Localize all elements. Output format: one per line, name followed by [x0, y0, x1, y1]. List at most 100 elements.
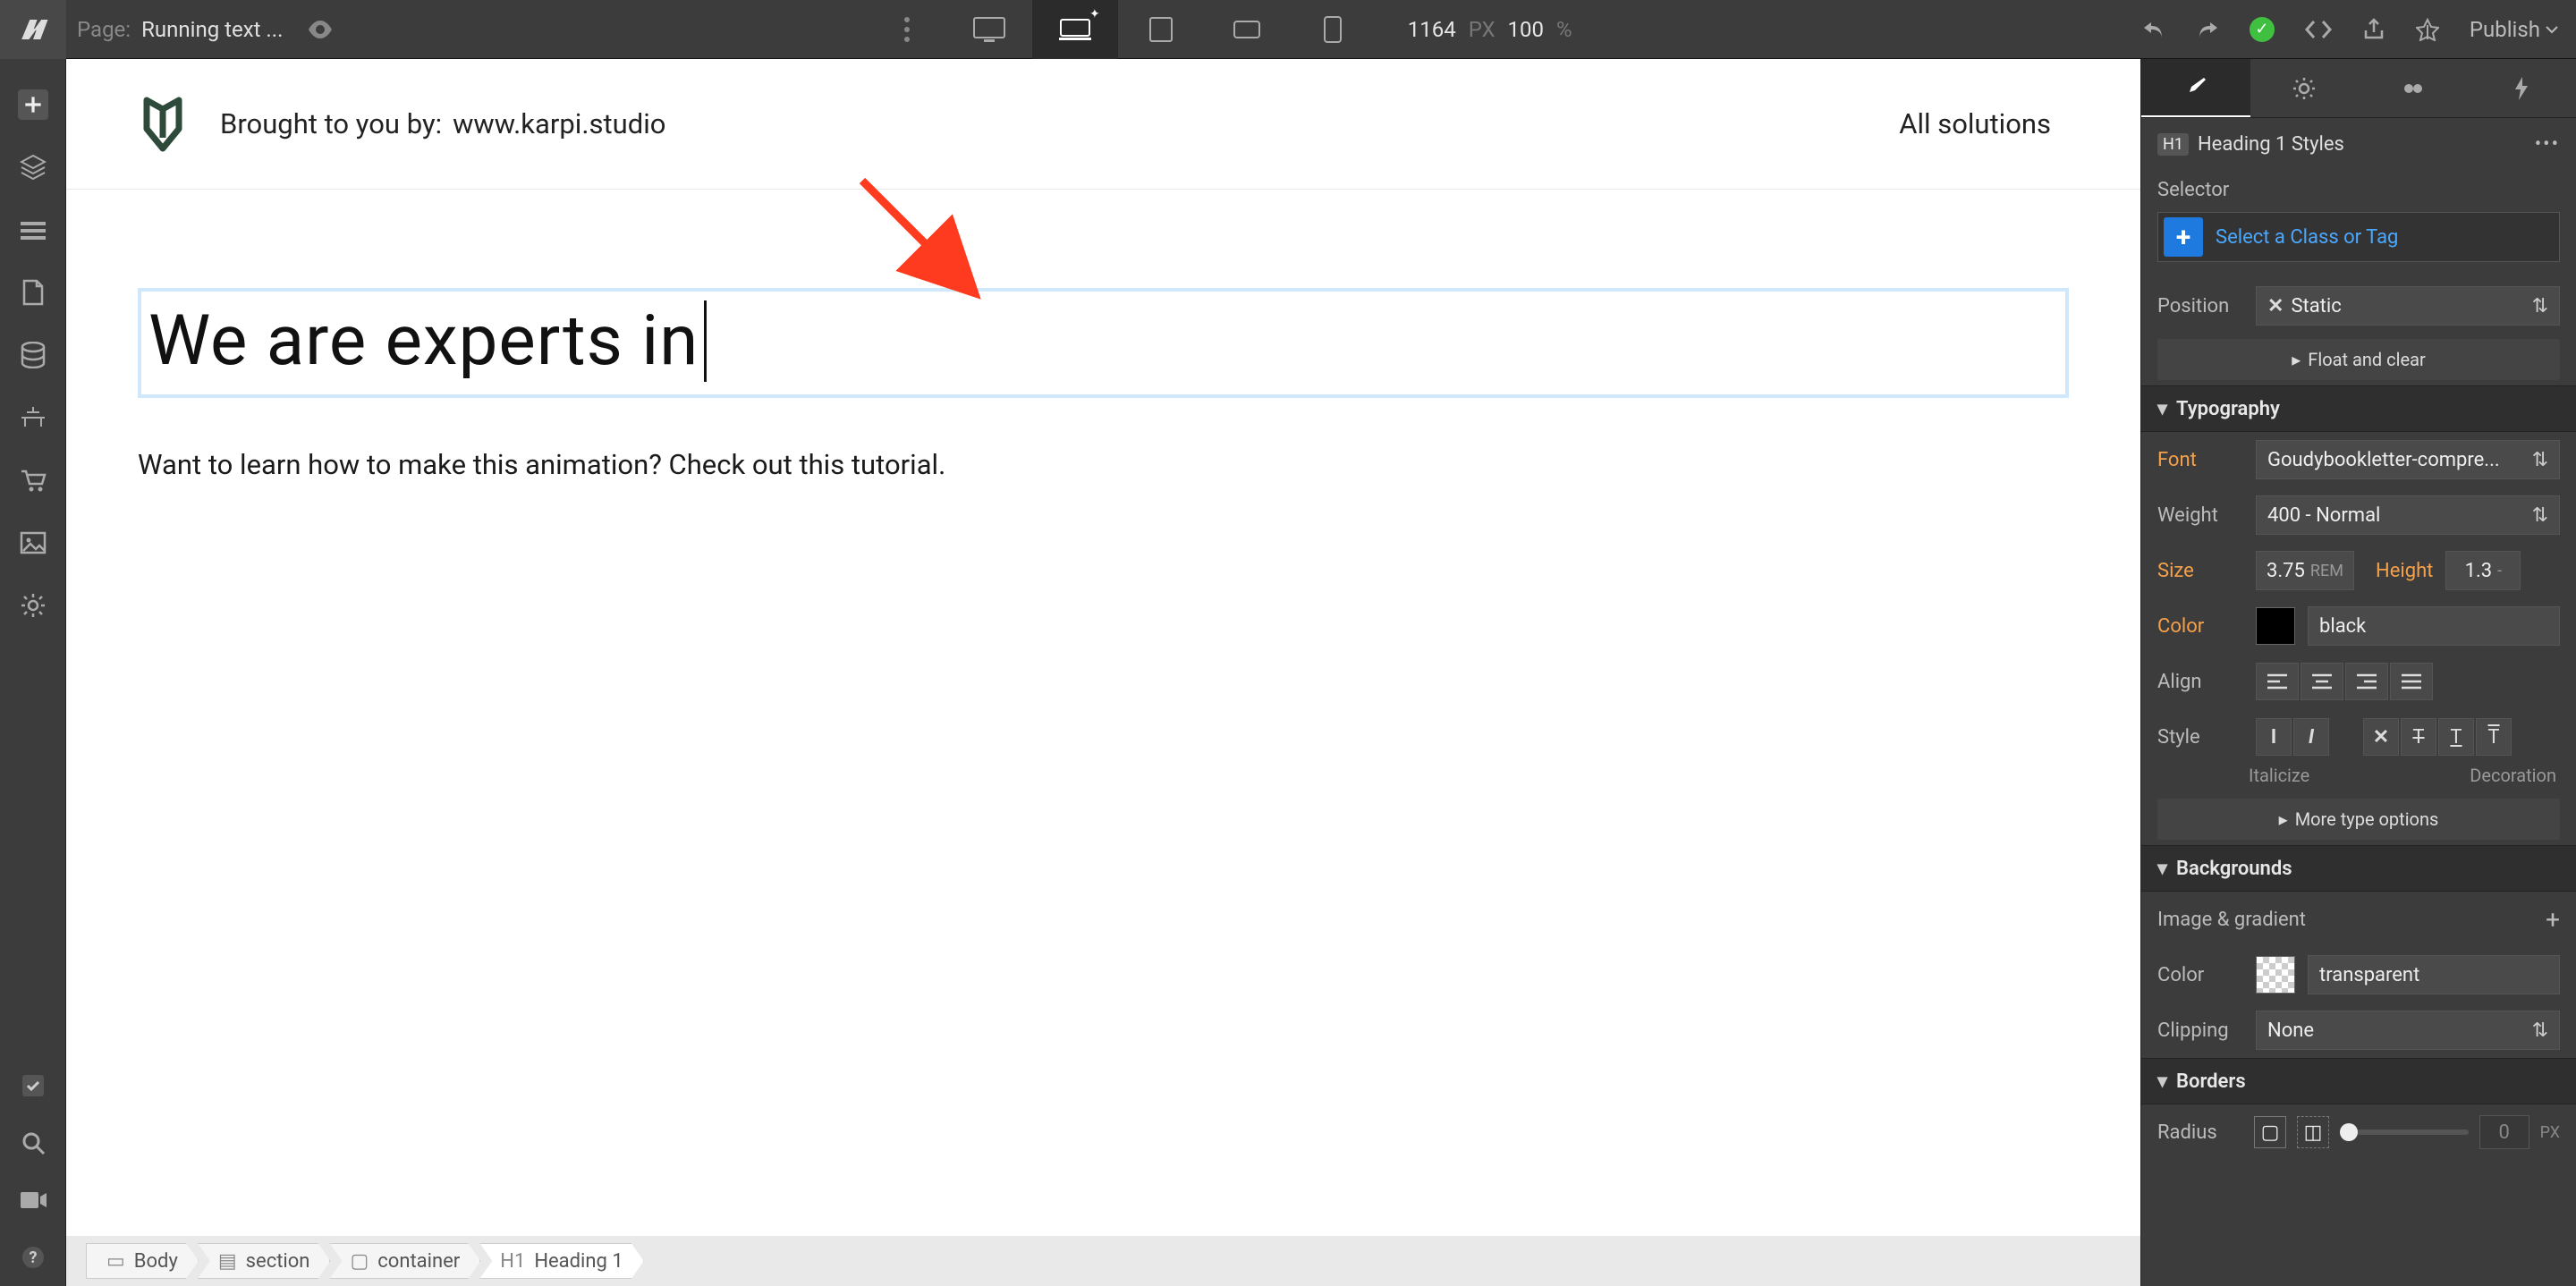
float-clear-expand[interactable]: ▸Float and clear — [2157, 339, 2560, 380]
caret-down-icon: ▾ — [2157, 398, 2167, 420]
size-label: Size — [2157, 560, 2243, 582]
float-clear-label: Float and clear — [2308, 349, 2425, 370]
ecommerce-icon[interactable] — [14, 386, 52, 449]
style-regular-icon[interactable]: I — [2256, 718, 2292, 756]
slider-knob-icon[interactable] — [2340, 1123, 2358, 1141]
redo-icon[interactable] — [2196, 19, 2219, 40]
publish-button[interactable]: Publish — [2470, 17, 2558, 42]
weight-select[interactable]: 400 - Normal ⇅ — [2256, 495, 2560, 535]
svg-text:?: ? — [29, 1248, 37, 1267]
weight-value: 400 - Normal — [2267, 504, 2380, 527]
radius-unit: PX — [2540, 1123, 2560, 1142]
chevron-updown-icon: ⇅ — [2532, 449, 2548, 471]
device-mobile-landscape-icon[interactable] — [1204, 0, 1290, 59]
tutorial-paragraph[interactable]: Want to learn how to make this animation… — [138, 448, 2069, 481]
audit-check-icon[interactable] — [14, 1057, 52, 1114]
bg-color-input[interactable]: transparent — [2308, 955, 2560, 994]
preview-eye-icon[interactable] — [308, 21, 333, 38]
text-style-label: Style — [2157, 726, 2243, 749]
radius-individual-icon[interactable]: ◫ — [2297, 1116, 2329, 1148]
radius-input[interactable]: 0 — [2479, 1115, 2529, 1149]
more-type-expand[interactable]: ▸More type options — [2157, 799, 2560, 840]
backgrounds-section-head[interactable]: ▾Backgrounds — [2141, 845, 2576, 892]
crumb-section[interactable]: ▤section — [198, 1243, 331, 1279]
decoration-none-icon[interactable]: ✕ — [2363, 718, 2399, 756]
device-desktop-icon[interactable]: ✦ — [1032, 0, 1118, 59]
add-image-gradient-icon[interactable]: + — [2546, 905, 2560, 935]
font-select[interactable]: Goudybookletter-compre...⇅ — [2256, 440, 2560, 479]
decoration-underline-icon[interactable]: T — [2438, 718, 2474, 756]
page-icon[interactable] — [14, 261, 52, 324]
settings-icon[interactable] — [14, 574, 52, 637]
brought-url[interactable]: www.karpi.studio — [453, 107, 665, 140]
cart-icon[interactable] — [14, 449, 52, 512]
borders-section-head[interactable]: ▾Borders — [2141, 1058, 2576, 1104]
tab-interactions-icon[interactable] — [2359, 59, 2468, 117]
webflow-logo-icon[interactable] — [0, 0, 66, 59]
crumb-heading[interactable]: H1Heading 1 — [479, 1243, 643, 1279]
align-justify-icon[interactable] — [2390, 663, 2433, 700]
size-input[interactable]: 3.75REM — [2256, 551, 2354, 590]
site-logo-icon[interactable] — [138, 93, 188, 156]
position-reset-icon[interactable]: ✕ — [2267, 295, 2284, 317]
text-color-label: Color — [2157, 615, 2243, 638]
video-icon[interactable] — [14, 1172, 52, 1229]
tab-settings-icon[interactable] — [2250, 59, 2360, 117]
add-element-icon[interactable] — [14, 73, 52, 136]
decoration-overline-icon[interactable]: T — [2476, 718, 2512, 756]
more-dots-icon[interactable] — [903, 16, 911, 43]
height-value: 1.3 — [2465, 560, 2493, 582]
class-selector-input[interactable]: + Select a Class or Tag — [2157, 212, 2560, 262]
nav-all-solutions[interactable]: All solutions — [1899, 107, 2051, 140]
status-ok-icon[interactable]: ✓ — [2250, 17, 2275, 42]
pages-icon[interactable] — [14, 199, 52, 261]
help-icon[interactable]: ? — [14, 1229, 52, 1286]
device-desktop-large-icon[interactable] — [946, 0, 1032, 59]
page-label: Page: — [77, 17, 131, 42]
chevron-updown-icon: ⇅ — [2532, 504, 2548, 527]
code-icon[interactable] — [2305, 20, 2332, 39]
design-canvas[interactable]: Brought to you by: www.karpi.studio All … — [66, 59, 2140, 1236]
cms-icon[interactable] — [14, 324, 52, 386]
selector-placeholder: Select a Class or Tag — [2216, 226, 2398, 249]
canvas-width-unit: PX — [1469, 17, 1496, 42]
canvas-size-display[interactable]: 1164 PX 100 % — [1408, 17, 1572, 42]
align-right-icon[interactable] — [2345, 663, 2388, 700]
audit-icon[interactable] — [2416, 18, 2439, 41]
assets-icon[interactable] — [14, 512, 52, 574]
heading-1-editing[interactable]: We are experts in — [148, 301, 707, 379]
heading-selection-box[interactable]: We are experts in — [138, 288, 2069, 398]
navigator-icon[interactable] — [14, 136, 52, 199]
element-tag-badge: H1 — [2157, 133, 2189, 156]
selector-label: Selector — [2141, 170, 2576, 207]
bg-color-swatch[interactable] — [2256, 956, 2295, 994]
align-left-icon[interactable] — [2256, 663, 2299, 700]
container-icon: ▢ — [350, 1250, 369, 1273]
radius-slider[interactable] — [2340, 1129, 2469, 1135]
decoration-strike-icon[interactable]: T — [2401, 718, 2436, 756]
tab-style-icon[interactable] — [2141, 59, 2250, 117]
height-input[interactable]: 1.3- — [2445, 551, 2521, 590]
device-tablet-icon[interactable] — [1118, 0, 1204, 59]
radius-all-icon[interactable]: ▢ — [2254, 1116, 2286, 1148]
bg-color-value: transparent — [2319, 964, 2419, 986]
style-italic-icon[interactable]: I — [2293, 718, 2329, 756]
page-switcher[interactable]: Page: Running text ... — [77, 17, 283, 42]
text-color-input[interactable]: black — [2308, 606, 2560, 646]
typography-section-head[interactable]: ▾Typography — [2141, 385, 2576, 432]
undo-icon[interactable] — [2142, 19, 2165, 40]
crumb-container[interactable]: ▢container — [329, 1243, 480, 1279]
position-select[interactable]: ✕ Static ⇅ — [2256, 286, 2560, 326]
italicize-sublabel: Italicize — [2249, 765, 2309, 786]
height-label: Height — [2376, 560, 2433, 582]
device-mobile-portrait-icon[interactable] — [1290, 0, 1376, 59]
export-icon[interactable] — [2362, 18, 2385, 41]
crumb-body[interactable]: ▭Body — [86, 1243, 199, 1279]
search-icon[interactable] — [14, 1114, 52, 1172]
text-color-swatch[interactable] — [2256, 607, 2295, 645]
align-center-icon[interactable] — [2301, 663, 2343, 700]
add-class-icon[interactable]: + — [2164, 217, 2203, 257]
tab-effects-icon[interactable] — [2468, 59, 2576, 117]
clipping-select[interactable]: None⇅ — [2256, 1011, 2560, 1050]
element-more-icon[interactable]: ••• — [2535, 133, 2560, 156]
